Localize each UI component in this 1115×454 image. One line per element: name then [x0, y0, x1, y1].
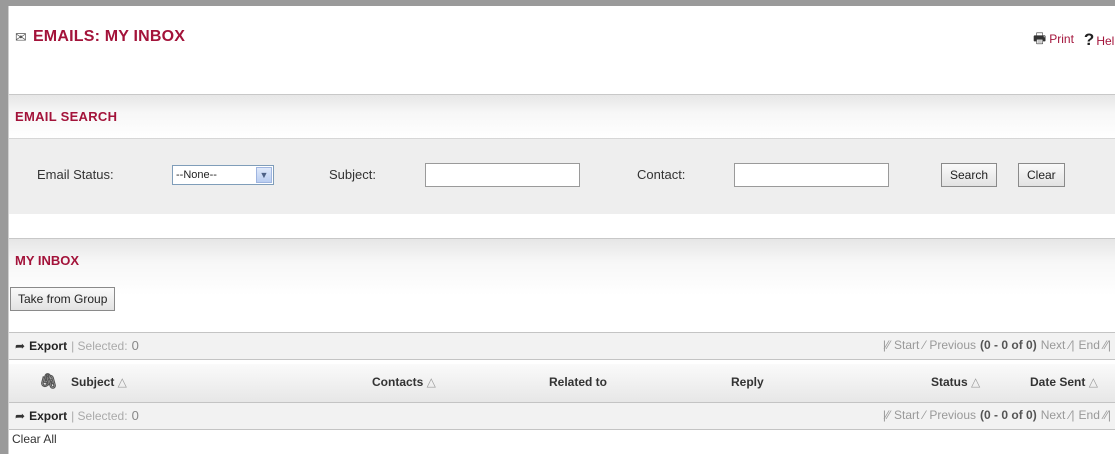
bottom-toolbar: ➦ Export | Selected: 0 |⁄⁄ Start ⁄ Previ… — [9, 402, 1115, 430]
paperclip-icon: 🖇 — [39, 373, 59, 390]
sort-icon: △ — [423, 375, 436, 389]
take-from-group-button[interactable]: Take from Group — [10, 287, 116, 311]
subject-label: Subject: — [329, 167, 376, 182]
email-status-label: Email Status: — [37, 167, 114, 182]
page-title: ✉ EMAILS: MY INBOX — [15, 28, 185, 46]
next-link[interactable]: Next — [1041, 338, 1066, 352]
selected-label-bottom: | Selected: — [71, 408, 128, 423]
next-icon: ⁄| — [1069, 338, 1075, 352]
print-link[interactable]: 🖶 Print — [1033, 28, 1074, 52]
column-date-sent-label: Date Sent — [1030, 375, 1086, 389]
print-label: Print — [1049, 32, 1074, 46]
clear-button[interactable]: Clear — [1018, 163, 1065, 187]
sort-icon: △ — [967, 375, 981, 389]
printer-icon: 🖶 — [1033, 30, 1047, 46]
last-page-icon: ⁄⁄| — [1103, 408, 1111, 422]
email-status-select[interactable]: --None-- ▼ — [172, 165, 274, 185]
sort-icon: △ — [114, 375, 127, 389]
window-frame: ✉ EMAILS: MY INBOX 🖶Print ?Help EMAIL SE… — [0, 0, 1115, 454]
previous-icon: ⁄ — [923, 408, 926, 422]
page-tools: 🖶Print ?Help — [1033, 28, 1115, 52]
column-related-to[interactable]: Related to — [549, 375, 607, 389]
first-page-icon: |⁄⁄ — [882, 338, 890, 352]
title-bar: ✉ EMAILS: MY INBOX 🖶Print ?Help — [9, 6, 1115, 86]
help-link[interactable]: ?Help — [1084, 30, 1115, 50]
last-page-icon: ⁄⁄| — [1103, 338, 1111, 352]
pager-bottom: |⁄⁄ Start ⁄ Previous (0 - 0 of 0) Next ⁄… — [883, 408, 1111, 422]
arrow-right-icon: ➦ — [15, 408, 26, 423]
top-toolbar: ➦ Export | Selected: 0 |⁄⁄ Start ⁄ Previ… — [9, 332, 1115, 360]
toolbar-left-bottom: ➦ Export | Selected: 0 — [15, 408, 139, 423]
column-contacts-label: Contacts — [372, 375, 424, 389]
end-link-bottom[interactable]: End — [1079, 408, 1100, 422]
email-search-title: EMAIL SEARCH — [15, 109, 118, 124]
record-range-bottom: (0 - 0 of 0) — [980, 408, 1037, 422]
toolbar-left: ➦ Export | Selected: 0 — [15, 338, 139, 353]
subject-input[interactable] — [425, 163, 580, 187]
selected-label: | Selected: — [71, 338, 128, 353]
my-inbox-section: MY INBOX — [9, 238, 1115, 333]
sort-icon: △ — [1085, 375, 1098, 389]
column-reply[interactable]: Reply — [731, 375, 764, 389]
help-label: Help — [1096, 34, 1115, 48]
contact-input[interactable] — [734, 163, 889, 187]
contact-label: Contact: — [637, 167, 686, 182]
column-subject[interactable]: Subject △ — [71, 375, 127, 389]
column-status-label: Status — [931, 375, 968, 389]
pager: |⁄⁄ Start ⁄ Previous (0 - 0 of 0) Next ⁄… — [883, 338, 1111, 352]
column-subject-label: Subject — [71, 375, 115, 389]
page-content: ✉ EMAILS: MY INBOX 🖶Print ?Help EMAIL SE… — [8, 6, 1115, 454]
previous-link[interactable]: Previous — [929, 338, 976, 352]
envelope-icon: ✉ — [15, 28, 27, 45]
selected-count: 0 — [131, 338, 139, 353]
page-title-text: EMAILS: MY INBOX — [32, 28, 186, 45]
next-link-bottom[interactable]: Next — [1041, 408, 1066, 422]
start-link-bottom[interactable]: Start — [894, 408, 919, 422]
next-icon: ⁄| — [1069, 408, 1075, 422]
table-header: 🖇 Subject △ Contacts △ Related to Reply … — [9, 364, 1115, 403]
column-date-sent[interactable]: Date Sent △ — [1030, 375, 1098, 389]
previous-icon: ⁄ — [923, 338, 926, 352]
email-search-header: EMAIL SEARCH — [9, 94, 1115, 139]
previous-link-bottom[interactable]: Previous — [929, 408, 976, 422]
chevron-down-icon[interactable]: ▼ — [256, 167, 272, 183]
email-status-value: --None-- — [176, 169, 217, 181]
clear-all-row: Clear All — [9, 428, 1115, 448]
search-button[interactable]: Search — [941, 163, 998, 187]
section-gap — [9, 214, 1115, 238]
record-range: (0 - 0 of 0) — [980, 338, 1037, 352]
start-link[interactable]: Start — [894, 338, 919, 352]
selected-count-bottom: 0 — [131, 408, 139, 423]
clear-all-link[interactable]: Clear All — [12, 432, 57, 446]
export-link-bottom[interactable]: Export — [29, 409, 67, 423]
my-inbox-title: MY INBOX — [15, 253, 80, 268]
first-page-icon: |⁄⁄ — [882, 408, 890, 422]
column-contacts[interactable]: Contacts △ — [372, 375, 436, 389]
arrow-right-icon: ➦ — [15, 338, 26, 353]
end-link[interactable]: End — [1079, 338, 1100, 352]
column-status[interactable]: Status △ — [931, 375, 980, 389]
export-link[interactable]: Export — [29, 339, 67, 353]
question-icon: ? — [1083, 30, 1095, 49]
